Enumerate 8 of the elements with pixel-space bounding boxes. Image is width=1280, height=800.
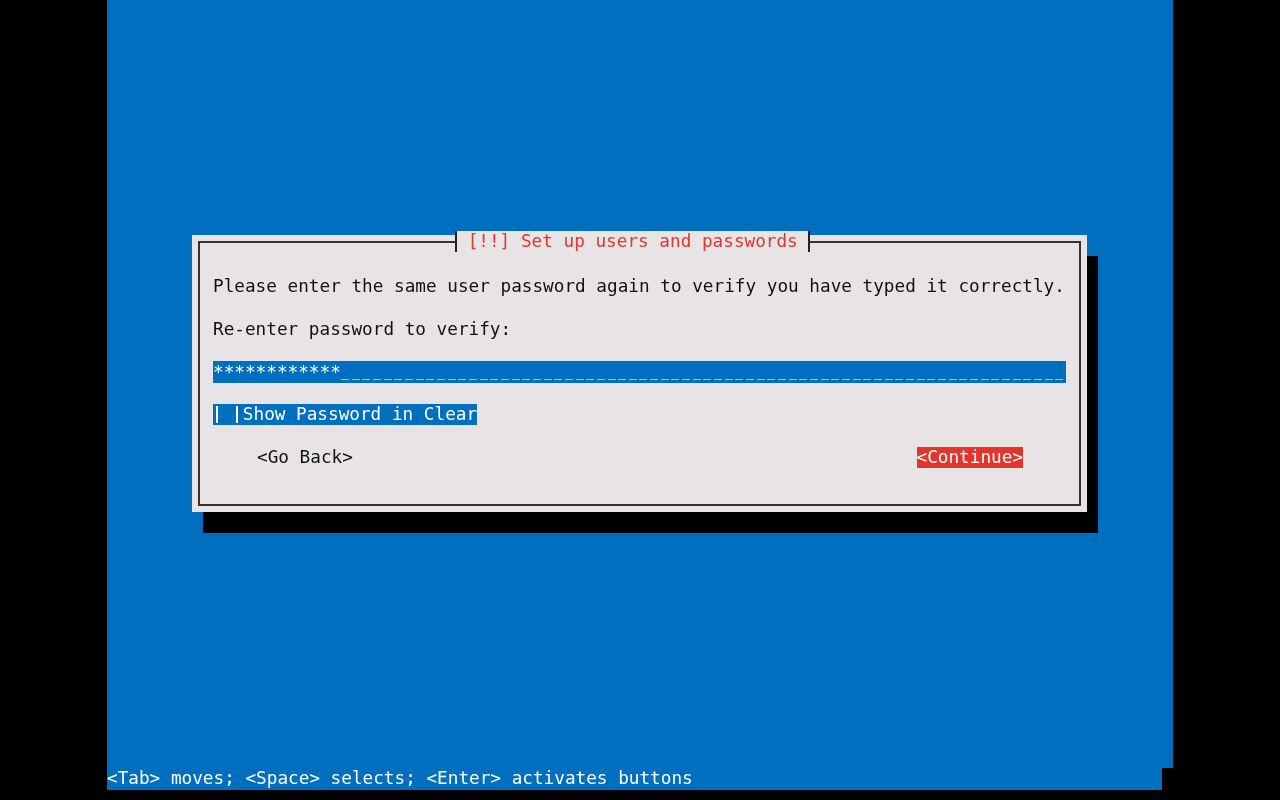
- instruction-text: Please enter the same user password again to verify you have typed it correctly.: [213, 276, 1065, 298]
- field-label: Re-enter password to verify:: [213, 318, 513, 340]
- continue-button[interactable]: <Continue>: [916, 446, 1023, 468]
- show-password-checkbox[interactable]: Show Password in Clear: [213, 403, 478, 426]
- back-button[interactable]: <Go Back>: [257, 446, 353, 468]
- status-bar: <Tab> moves; <Space> selects; <Enter> activates buttons: [107, 768, 1162, 790]
- password-field[interactable]: ************: [213, 361, 1066, 383]
- dialog-title: [!!] Set up users and passwords: [455, 231, 811, 252]
